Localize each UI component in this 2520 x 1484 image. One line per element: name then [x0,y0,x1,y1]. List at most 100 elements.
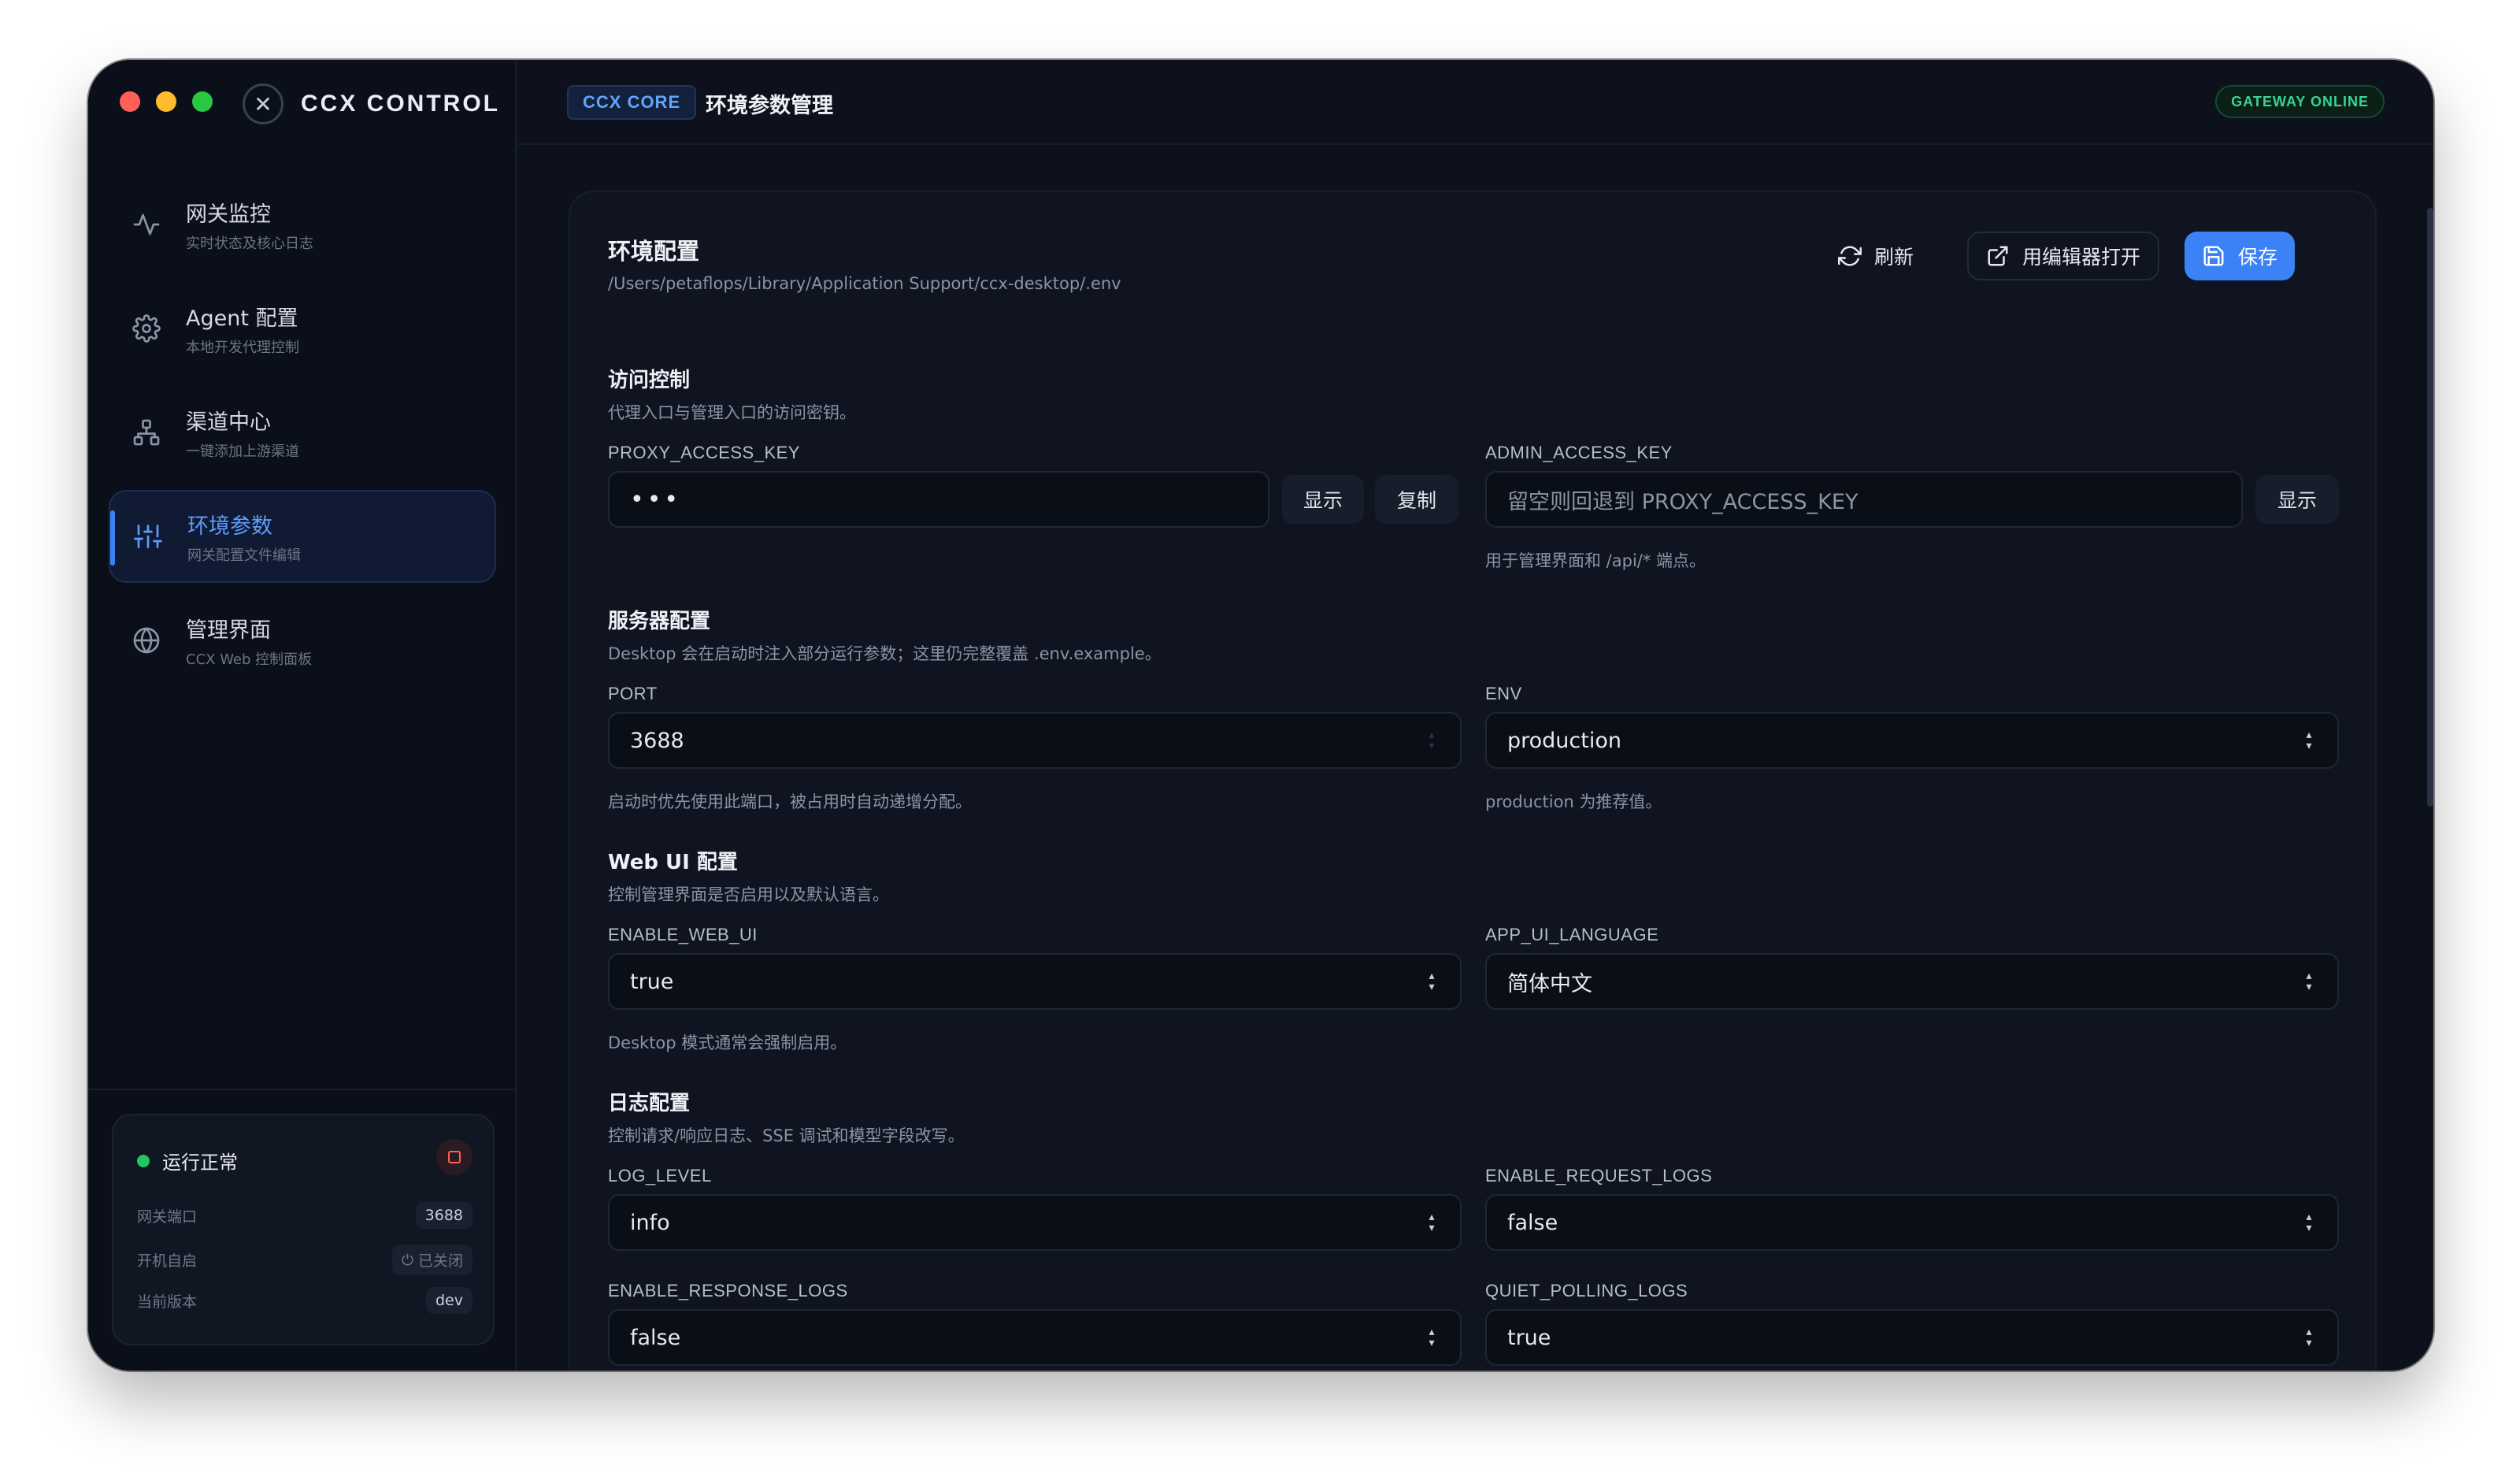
enable-web-ui-label: ENABLE_WEB_UI [608,925,758,944]
admin-access-key-input[interactable]: 留空则回退到 PROXY_ACCESS_KEY [1485,471,2243,528]
select-chevron-icon: ▴ ▾ [1429,970,1435,993]
save-button[interactable]: 保存 [2185,232,2296,280]
page-title: 环境参数管理 [706,94,833,118]
save-icon [2203,246,2224,266]
port-stepper[interactable]: ▴ ▾ [1424,729,1440,751]
env-file-path: /Users/petaflops/Library/Application Sup… [608,274,1121,293]
admin-key-label: ADMIN_ACCESS_KEY [1485,443,1673,462]
select-chevron-icon: ▴ ▾ [1429,1326,1435,1349]
sidebar-item-title: 渠道中心 [186,410,271,435]
log-level-value: info [630,1210,670,1235]
autostart-value: 已关闭 [417,1252,463,1270]
open-in-editor-button[interactable]: 用编辑器打开 [1967,232,2160,280]
port-input[interactable]: 3688 ▴ ▾ [608,712,1462,769]
core-badge: CCX CORE [567,85,697,120]
panel-title: 环境配置 [608,238,700,265]
port-help: 启动时优先使用此端口，被占用时自动递增分配。 [608,792,972,811]
status-label: 开机自启 [137,1252,198,1270]
env-label: ENV [1485,684,1522,703]
select-chevron-icon: ▴ ▾ [2306,1326,2312,1349]
window-controls [120,91,213,112]
env-select[interactable]: production ▴ ▾ [1485,712,2339,769]
sidebar-divider [88,1089,517,1090]
sidebar-item-agent-config[interactable]: Agent 配置 本地开发代理控制 [109,282,496,375]
quiet-polling-select[interactable]: true ▴ ▾ [1485,1309,2339,1366]
env-config-panel: 环境配置 /Users/petaflops/Library/Applicatio… [569,191,2377,1371]
proxy-access-key-input[interactable]: ••• [608,471,1269,528]
status-value: dev [426,1287,472,1314]
section-title-webui: Web UI 配置 [608,851,738,874]
sidebar-item-title: 网关监控 [186,202,271,227]
port-value: 3688 [630,728,684,753]
external-link-icon [1988,246,2008,266]
response-logs-select[interactable]: false ▴ ▾ [608,1309,1462,1366]
sidebar-item-channel-center[interactable]: 渠道中心 一键添加上游渠道 [109,386,496,479]
gear-icon [131,313,162,344]
show-proxy-key-button[interactable]: 显示 [1282,475,1364,524]
proxy-access-key-value: ••• [630,485,682,514]
sidebar-item-subtitle: CCX Web 控制面板 [186,651,313,668]
sidebar-nav: 网关监控 实时状态及核心日志 Agent 配置 本地开发代理控制 渠道中心 一键… [109,178,496,698]
status-value: 3688 [415,1202,472,1229]
app-window: ✕ CCX CONTROL 网关监控 实时状态及核心日志 Agent 配置 本地… [88,60,2433,1371]
log-level-select[interactable]: info ▴ ▾ [608,1194,1462,1251]
status-label: 网关端口 [137,1208,198,1226]
sidebar-item-env-params[interactable]: 环境参数 网关配置文件编辑 [109,490,496,583]
brand-logo-icon: ✕ [243,83,284,124]
select-chevron-icon: ▴ ▾ [2306,729,2312,752]
section-title-logs: 日志配置 [608,1092,691,1115]
autostart-toggle[interactable]: ⏻ 已关闭 [391,1245,472,1275]
admin-key-help: 用于管理界面和 /api/* 端点。 [1485,551,1707,570]
log-level-label: LOG_LEVEL [608,1166,712,1185]
ui-language-select[interactable]: 简体中文 ▴ ▾ [1485,953,2339,1010]
sidebar-item-gateway-monitor[interactable]: 网关监控 实时状态及核心日志 [109,178,496,271]
enable-web-ui-select[interactable]: true ▴ ▾ [608,953,1462,1010]
ui-language-value: 简体中文 [1507,971,1592,996]
status-row-port: 网关端口 3688 [137,1202,472,1229]
response-logs-label: ENABLE_RESPONSE_LOGS [608,1281,848,1300]
request-logs-value: false [1507,1210,1558,1235]
sidebar-item-title: Agent 配置 [186,306,298,331]
port-label: PORT [608,684,658,703]
sidebar-item-title: 环境参数 [187,514,272,539]
sidebar-item-admin-ui[interactable]: 管理界面 CCX Web 控制面板 [109,594,496,687]
show-admin-key-button[interactable]: 显示 [2255,475,2339,524]
sidebar-item-subtitle: 实时状态及核心日志 [186,235,313,252]
admin-access-key-placeholder: 留空则回退到 PROXY_ACCESS_KEY [1507,489,1858,514]
gateway-status-badge: GATEWAY ONLINE [2215,85,2385,118]
request-logs-select[interactable]: false ▴ ▾ [1485,1194,2339,1251]
refresh-button[interactable]: 刷新 [1821,232,1931,280]
proxy-key-label: PROXY_ACCESS_KEY [608,443,800,462]
status-row-version: 当前版本 dev [137,1287,472,1314]
sidebar-item-subtitle: 本地开发代理控制 [186,339,299,356]
section-title-server: 服务器配置 [608,610,711,633]
sidebar-item-title: 管理界面 [186,618,271,643]
status-title: 运行正常 [162,1152,238,1174]
gateway-status-card: 运行正常 网关端口 3688 开机自启 ⏻ 已关闭 当前版本 dev [112,1114,495,1345]
scrollbar[interactable] [2427,208,2433,807]
stop-icon [448,1151,461,1163]
sidebar-item-subtitle: 网关配置文件编辑 [187,547,301,564]
quiet-polling-value: true [1507,1325,1551,1350]
env-value: production [1507,728,1621,753]
enable-web-ui-help: Desktop 模式通常会强制启用。 [608,1033,847,1052]
save-label: 保存 [2238,246,2278,269]
select-chevron-icon: ▴ ▾ [1429,1211,1435,1234]
refresh-icon [1838,246,1862,266]
select-chevron-icon: ▴ ▾ [2306,970,2312,993]
activity-icon [131,209,162,240]
maximize-window-button[interactable] [192,91,213,112]
select-chevron-icon: ▴ ▾ [2306,1211,2312,1234]
section-desc-server: Desktop 会在启动时注入部分运行参数；这里仍完整覆盖 .env.examp… [608,644,1162,663]
power-icon: ⏻ [401,1251,413,1269]
top-header: CCX CORE 环境参数管理 GATEWAY ONLINE [517,60,2433,145]
section-desc-access: 代理入口与管理入口的访问密钥。 [608,403,856,422]
copy-proxy-key-button[interactable]: 复制 [1375,475,1458,524]
status-row-autostart: 开机自启 ⏻ 已关闭 [137,1245,472,1275]
open-editor-label: 用编辑器打开 [2022,246,2141,269]
quiet-polling-label: QUIET_POLLING_LOGS [1485,1281,1688,1300]
close-window-button[interactable] [120,91,140,112]
sidebar-item-subtitle: 一键添加上游渠道 [186,443,299,460]
stop-gateway-button[interactable] [436,1139,472,1175]
minimize-window-button[interactable] [156,91,176,112]
